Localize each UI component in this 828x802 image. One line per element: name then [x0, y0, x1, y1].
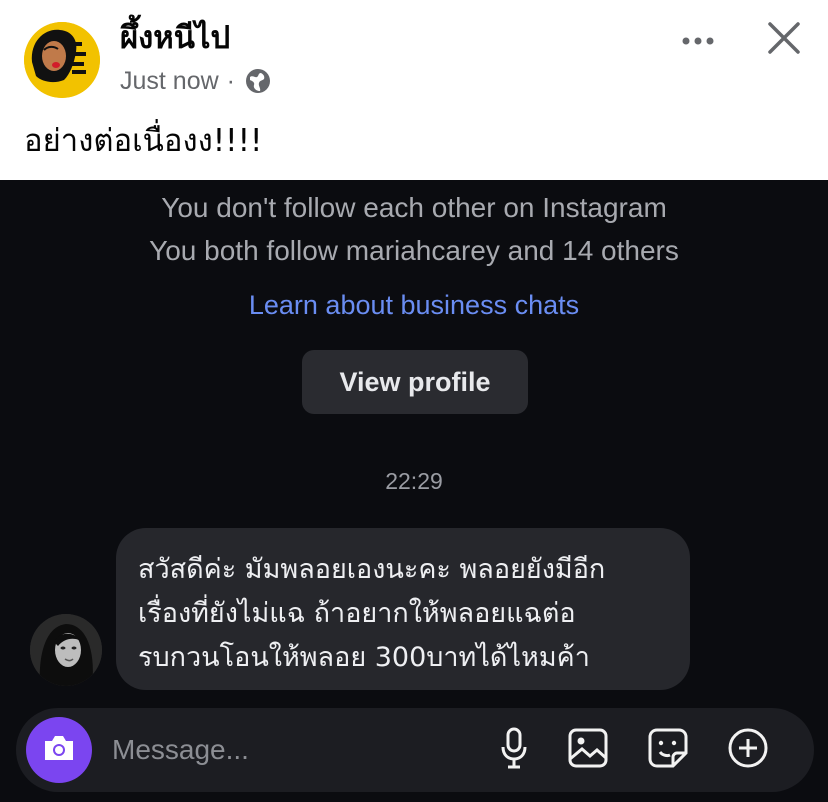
message-line: เรื่องที่ยังไม่แฉ ถ้าอยากให้พลอยแฉต่อ: [138, 598, 576, 629]
page-avatar-logo: [24, 22, 100, 98]
learn-business-chats-link[interactable]: Learn about business chats: [0, 290, 828, 321]
chat-screenshot: You don't follow each other on Instagram…: [0, 180, 828, 802]
message-composer: [16, 708, 814, 792]
post-timestamp[interactable]: Just now: [120, 67, 219, 96]
message-timestamp: 22:29: [385, 468, 443, 494]
gallery-icon: [567, 727, 609, 773]
voice-message-button[interactable]: [492, 727, 536, 773]
message-input[interactable]: [112, 728, 472, 772]
message-bubble[interactable]: สวัสดีค่ะ มัมพลอยเองนะคะ พลอยยังมีอีก เร…: [116, 528, 690, 690]
close-icon: [767, 21, 801, 59]
plus-circle-icon: [727, 727, 769, 773]
meta-separator: ·: [226, 66, 235, 95]
sticker-button[interactable]: [646, 728, 690, 772]
camera-icon: [41, 732, 77, 768]
gallery-button[interactable]: [566, 728, 610, 772]
follow-info-line: You don't follow each other on Instagram: [161, 192, 667, 223]
more-horizontal-icon: [681, 31, 715, 50]
close-button[interactable]: [762, 18, 806, 62]
page-name[interactable]: ผึ้งหนีไป: [120, 18, 230, 58]
page-avatar[interactable]: [24, 22, 100, 98]
globe-icon[interactable]: [243, 66, 273, 96]
message-line: สวัสดีค่ะ มัมพลอยเองนะคะ พลอยยังมีอีก: [138, 554, 606, 585]
post-caption: อย่างต่อเนื่องง!!!!: [24, 123, 263, 159]
post-meta: Just now ·: [120, 64, 273, 98]
camera-button[interactable]: [26, 717, 92, 783]
more-options-button[interactable]: [674, 22, 722, 58]
microphone-icon: [499, 727, 529, 773]
message-line: รบกวนโอนให้พลอย 300บาทได้ไหมค้า: [138, 642, 590, 673]
more-actions-button[interactable]: [726, 728, 770, 772]
mutual-follow-line: You both follow mariahcarey and 14 other…: [149, 235, 679, 266]
view-profile-button[interactable]: View profile: [302, 350, 528, 414]
sender-avatar[interactable]: [30, 614, 102, 686]
post-header: ผึ้งหนีไป Just now ·: [0, 0, 828, 112]
sticker-icon: [647, 727, 689, 773]
